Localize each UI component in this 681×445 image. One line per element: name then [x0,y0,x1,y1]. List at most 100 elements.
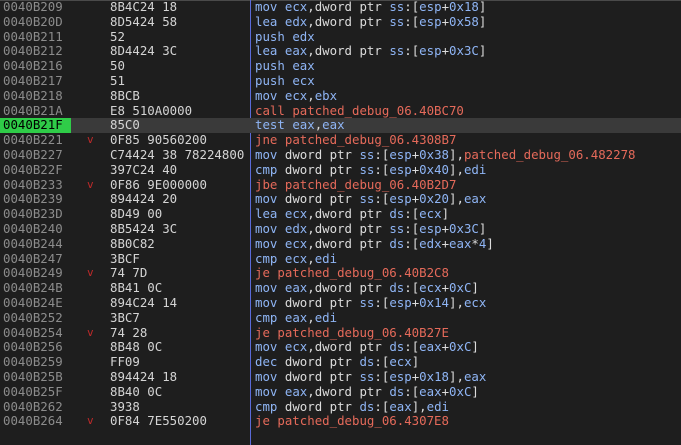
instruction-text[interactable]: cmp dword ptr ss:[esp+0x40],edi [255,161,486,178]
operand-ptr: dword ptr [314,235,390,251]
address[interactable]: 0040B256 [3,340,73,355]
address[interactable]: 0040B239 [3,192,73,207]
instruction-text[interactable]: je patched_debug_06.40B2C8 [255,265,449,281]
address[interactable]: 0040B25B [3,369,73,385]
instruction-row[interactable]: 0040B264 v 0F84 7E550200 je patched_debug_0… [0,413,681,429]
operand-reg: eax [449,235,472,251]
address[interactable]: 0040B22F [3,162,73,178]
address[interactable]: 0040B249 [3,266,73,281]
instruction-text[interactable]: mov dword ptr ss:[esp+0x18],eax [255,369,486,385]
address[interactable]: 0040B212 [3,44,73,59]
instruction-row[interactable]: 0040B25B 894424 18 mov dword ptr ss:[esp+0… [0,369,681,385]
instruction-text[interactable]: cmp ecx,edi [255,251,337,267]
instruction-row[interactable]: 0040B24E 894C24 14 mov dword ptr ss:[esp+0… [0,295,681,311]
instruction-row[interactable]: 0040B23D 8D49 00 lea ecx,dword ptr ds:[ecx… [0,206,681,222]
instruction-row[interactable]: 0040B212 8D4424 3C lea eax,dword ptr ss:[e… [0,43,681,59]
address[interactable]: 0040B264 [3,414,73,429]
address[interactable]: 0040B227 [3,147,73,163]
address[interactable]: 0040B24E [3,295,73,311]
instruction-row[interactable]: 0040B216 50 push eax [0,58,681,74]
instruction-row[interactable]: 0040B240 8B5424 3C mov edx,dword ptr ss:[e… [0,221,681,237]
disassembly-view[interactable]: 0040B209 8B4C24 18 mov ecx,dword ptr ss:[e… [0,0,681,445]
instruction-row[interactable]: 0040B256 8B48 0C mov ecx,dword ptr ds:[eax… [0,339,681,355]
instruction-row[interactable]: 0040B211 52 push edx [0,29,681,45]
instruction-row[interactable]: 0040B217 51 push ecx [0,73,681,89]
instruction-text[interactable]: push ecx [255,73,315,89]
instruction-text[interactable]: push edx [255,29,315,45]
operand-seg: ds [389,383,405,399]
instruction-row[interactable]: 0040B21A E8 510A0000 call patched_debug_06… [0,103,681,119]
address[interactable]: 0040B252 [3,310,73,326]
instruction-row[interactable]: 0040B259 FF09 dec dword ptr ds:[ecx] [0,354,681,370]
address[interactable]: 0040B24B [3,280,73,296]
address[interactable]: 0040B211 [3,29,73,45]
opcode-bytes: 74 28 [110,325,148,340]
address[interactable]: 0040B217 [3,73,73,89]
instruction-text[interactable]: cmp eax,edi [255,310,337,326]
instruction-text[interactable]: push eax [255,58,315,74]
instruction-row[interactable]: 0040B249 v 74 7D je patched_debug_06.40B2C8 [0,265,681,281]
instruction-text[interactable]: mov ecx,dword ptr ss:[esp+0x18] [255,0,486,15]
address[interactable]: 0040B247 [3,251,73,267]
instruction-text[interactable]: call patched_debug_06.40BC70 [255,103,464,119]
instruction-row[interactable]: 0040B21F 85C0 test eax,eax [0,117,681,134]
address[interactable]: 0040B240 [3,221,73,237]
instruction-row[interactable]: 0040B247 3BCF cmp ecx,edi [0,251,681,267]
instruction-text[interactable]: mov ecx,ebx [255,88,337,104]
instruction-text[interactable]: mov ecx,dword ptr ds:[eax+0xC] [255,339,479,355]
instruction-row[interactable]: 0040B221 v 0F85 90560200 jne patched_debug_… [0,132,681,148]
instruction-text[interactable]: mov eax,dword ptr ds:[ecx+0xC] [255,280,479,296]
opcode-bytes: 3BCF [110,251,140,266]
instruction-text[interactable]: mov dword ptr ss:[esp+0x38],patched_debu… [255,147,636,163]
instruction-text[interactable]: lea eax,dword ptr ss:[esp+0x3C] [255,43,486,59]
operand-punc: :[ [404,43,420,59]
instruction-text[interactable]: mov dword ptr ss:[esp+0x20],eax [255,191,486,207]
instruction-row[interactable]: 0040B209 8B4C24 18 mov ecx,dword ptr ss:[e… [0,0,681,15]
instruction-row[interactable]: 0040B25F 8B40 0C mov eax,dword ptr ds:[eax… [0,383,681,400]
operand-punc: :[ [374,161,390,177]
instruction-row[interactable]: 0040B24B 8B41 0C mov eax,dword ptr ds:[ecx… [0,280,681,296]
instruction-text[interactable]: je patched_debug_06.40B27E [255,325,449,341]
address[interactable]: 0040B20D [3,14,73,30]
operand-reg: esp [389,191,412,207]
operand-punc: ] [411,354,420,370]
address[interactable]: 0040B23D [3,206,73,222]
instruction-row[interactable]: 0040B227 C74424 38 78224800 mov dword ptr … [0,147,681,163]
address[interactable]: 0040B233 [3,177,73,193]
instruction-text[interactable]: test eax,eax [255,117,345,133]
address[interactable]: 0040B209 [3,0,73,15]
instruction-row[interactable]: 0040B262 3938 cmp dword ptr ds:[eax],edi [0,399,681,415]
instruction-text[interactable]: lea edx,dword ptr ss:[esp+0x58] [255,14,486,30]
mnemonic: test [255,117,285,133]
current-address[interactable]: 0040B21F [0,118,71,134]
address[interactable]: 0040B25F [3,384,73,400]
address[interactable]: 0040B259 [3,354,73,370]
instruction-text[interactable]: jbe patched_debug_06.40B2D7 [255,177,456,193]
instruction-text[interactable]: mov edx,dword ptr ss:[esp+0x3C] [255,221,486,237]
address[interactable]: 0040B221 [3,132,73,148]
address[interactable]: 0040B216 [3,58,73,74]
address[interactable]: 0040B21A [3,103,73,119]
instruction-row[interactable]: 0040B244 8B0C82 mov ecx,dword ptr ds:[edx+… [0,235,681,252]
instruction-text[interactable]: lea ecx,dword ptr ds:[ecx] [255,206,449,222]
address[interactable]: 0040B262 [3,399,73,415]
address[interactable]: 0040B254 [3,325,73,341]
instruction-row[interactable]: 0040B239 894424 20 mov dword ptr ss:[esp+0… [0,191,681,207]
address[interactable]: 0040B218 [3,88,73,104]
instruction-row[interactable]: 0040B252 3BC7 cmp eax,edi [0,310,681,326]
instruction-text[interactable]: mov ecx,dword ptr ds:[edx+eax*4] [255,235,494,252]
operand-reg: eax [292,58,315,74]
instruction-row[interactable]: 0040B254 v 74 28 je patched_debug_06.40B27E [0,325,681,341]
instruction-text[interactable]: cmp dword ptr ds:[eax],edi [255,399,449,415]
operand-punc: ], [449,161,464,177]
instruction-text[interactable]: je patched_debug_06.4307E8 [255,413,449,429]
instruction-text[interactable]: mov eax,dword ptr ds:[eax+0xC] [255,383,479,400]
instruction-row[interactable]: 0040B22F 397C24 40 cmp dword ptr ss:[esp+0… [0,161,681,178]
instruction-row[interactable]: 0040B233 v 0F86 9E000000 jbe patched_debug_… [0,177,681,193]
instruction-row[interactable]: 0040B218 8BCB mov ecx,ebx [0,88,681,104]
instruction-row[interactable]: 0040B20D 8D5424 58 lea edx,dword ptr ss:[e… [0,14,681,30]
instruction-text[interactable]: jne patched_debug_06.4308B7 [255,132,456,148]
instruction-text[interactable]: dec dword ptr ds:[ecx] [255,354,420,370]
address[interactable]: 0040B244 [3,236,73,252]
instruction-text[interactable]: mov dword ptr ss:[esp+0x14],ecx [255,295,486,311]
